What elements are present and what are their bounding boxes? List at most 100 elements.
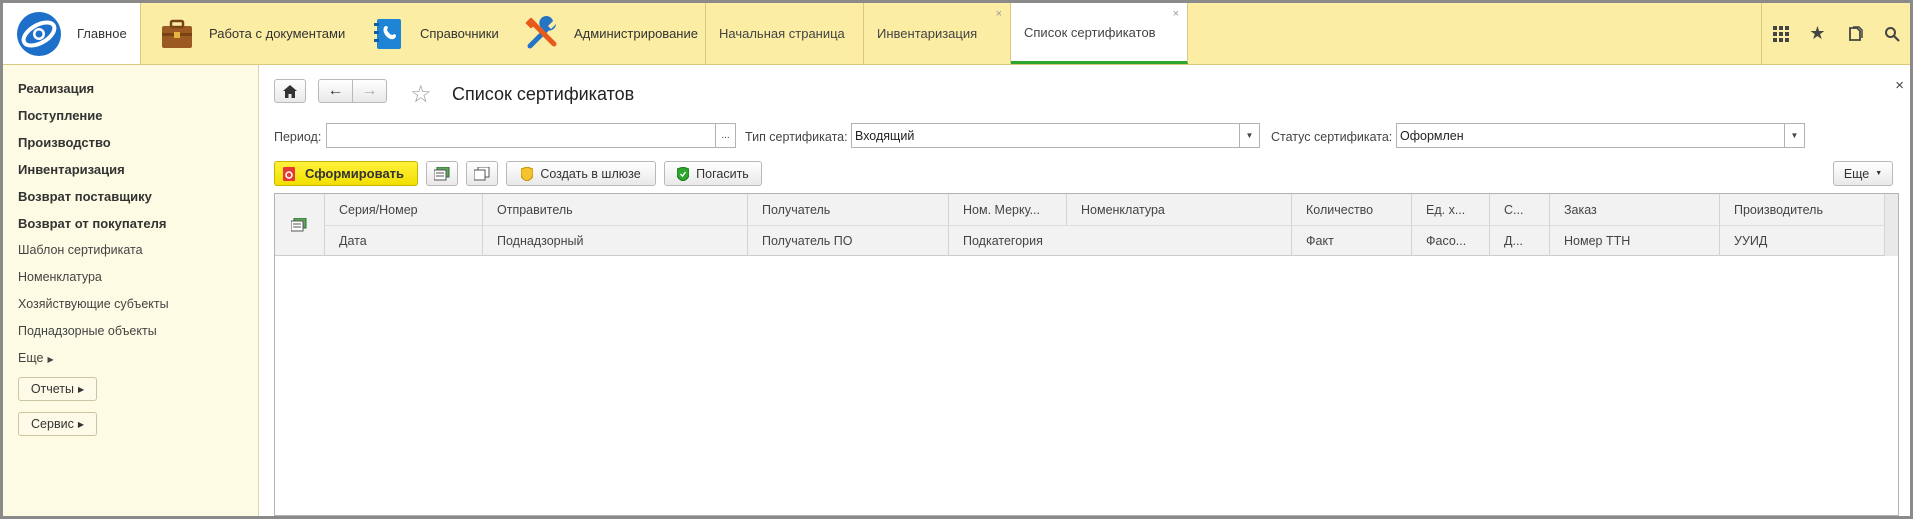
header-quantity[interactable]: Количество xyxy=(1292,194,1412,225)
section-home[interactable]: Главное xyxy=(3,3,141,64)
certificates-table[interactable]: Серия/Номер Отправитель Получатель Ном. … xyxy=(274,193,1899,516)
header-supervised[interactable]: Поднадзорный xyxy=(483,225,748,256)
header-icon-cell[interactable] xyxy=(275,194,325,256)
header-recipient[interactable]: Получатель xyxy=(748,194,949,225)
header-manufacturer[interactable]: Производитель xyxy=(1720,194,1885,225)
list-edit-icon xyxy=(291,218,307,232)
more-button[interactable]: Еще ▼ xyxy=(1833,161,1893,186)
certificate-status-select[interactable]: Оформлен ▼ xyxy=(1396,123,1805,148)
shield-yellow-icon xyxy=(521,166,534,181)
list-edit-icon xyxy=(434,166,450,180)
sidebar-item-inventory[interactable]: Инвентаризация xyxy=(18,162,125,177)
search-icon[interactable] xyxy=(1873,3,1910,64)
header-packaging[interactable]: Фасо... xyxy=(1412,225,1490,256)
page-title: Список сертификатов xyxy=(452,84,635,104)
section-documents[interactable]: Работа с документами xyxy=(159,3,345,64)
favorites-star-icon[interactable]: ★ xyxy=(1799,3,1836,64)
table-body[interactable] xyxy=(275,256,1898,515)
home-button[interactable] xyxy=(274,79,306,103)
header-recipient-po[interactable]: Получатель ПО xyxy=(748,225,949,256)
header-unit[interactable]: Ед. х... xyxy=(1412,194,1490,225)
redeem-button-label: Погасить xyxy=(696,166,749,181)
certificate-type-select[interactable]: Входящий ▼ xyxy=(851,123,1260,148)
header-fact[interactable]: Факт xyxy=(1292,225,1412,256)
app-window: Главное Работа с документами Справочники xyxy=(3,3,1910,516)
sidebar-item-production[interactable]: Производство xyxy=(18,135,111,150)
main-content: ← → ☆ Список сертификатов × Период: ... … xyxy=(260,65,1910,516)
period-label: Период: xyxy=(274,130,322,144)
section-directories[interactable]: Справочники xyxy=(370,3,499,64)
sidebar-item-receipts[interactable]: Поступление xyxy=(18,108,103,123)
tools-icon xyxy=(525,15,557,48)
sidebar-item-supervised-objects[interactable]: Поднадзорные объекты xyxy=(18,324,157,338)
create-in-gateway-button[interactable]: Создать в шлюзе xyxy=(506,161,656,186)
briefcase-icon xyxy=(162,19,192,48)
apps-grid-icon[interactable] xyxy=(1762,3,1799,64)
section-documents-label: Работа с документами xyxy=(209,26,346,41)
sidebar-item-certificate-template[interactable]: Шаблон сертификата xyxy=(18,243,143,257)
header-subcategory[interactable]: Подкатегория xyxy=(949,225,1292,256)
tab-inventory-label: Инвентаризация xyxy=(877,26,978,41)
header-sender[interactable]: Отправитель xyxy=(483,194,748,225)
period-field[interactable]: ... xyxy=(326,123,736,148)
edit-list-button[interactable] xyxy=(426,161,458,186)
sidebar-item-business-entities[interactable]: Хозяйствующие субъекты xyxy=(18,297,169,311)
tab-inventory-close-icon[interactable]: × xyxy=(996,8,1002,20)
sidebar-item-more[interactable]: Еще ▶ xyxy=(18,351,54,365)
generate-button[interactable]: Сформировать xyxy=(274,161,418,186)
arrow-right-icon: → xyxy=(361,82,378,99)
tab-home-page[interactable]: Начальная страница xyxy=(706,3,864,64)
copy-button[interactable] xyxy=(466,161,498,186)
sidebar: Реализация Поступление Производство Инве… xyxy=(3,65,259,516)
certificate-type-value: Входящий xyxy=(855,128,915,143)
tab-certificate-list-close-icon[interactable]: × xyxy=(1173,8,1179,20)
certificate-type-label: Тип сертификата: xyxy=(745,130,848,144)
chevron-right-icon: ▶ xyxy=(47,355,54,364)
sidebar-item-nomenclature[interactable]: Номенклатура xyxy=(18,270,102,284)
tab-inventory[interactable]: Инвентаризация × xyxy=(864,3,1011,64)
chevron-right-icon: ▶ xyxy=(77,419,84,429)
tab-home-page-label: Начальная страница xyxy=(719,26,845,41)
section-home-label: Главное xyxy=(77,26,127,41)
app-logo-icon xyxy=(17,11,61,56)
section-administration-label: Администрирование xyxy=(574,26,698,41)
redeem-button[interactable]: Погасить xyxy=(664,161,762,186)
section-directories-label: Справочники xyxy=(420,26,499,41)
section-administration[interactable]: Администрирование xyxy=(524,3,698,64)
copy-icon xyxy=(474,166,490,180)
service-button[interactable]: Сервис ▶ xyxy=(18,412,97,436)
chevron-down-icon: ▼ xyxy=(1875,170,1883,177)
chevron-down-icon[interactable]: ▼ xyxy=(1239,124,1259,147)
header-ttn-number[interactable]: Номер ТТН xyxy=(1550,225,1720,256)
header-nomenclature[interactable]: Номенклатура xyxy=(1067,194,1292,225)
forward-button[interactable]: → xyxy=(352,79,387,103)
arrow-left-icon: ← xyxy=(327,82,344,99)
header-mercury-number[interactable]: Ном. Мерку... xyxy=(949,194,1067,225)
header-d[interactable]: Д... xyxy=(1490,225,1550,256)
sidebar-item-sales[interactable]: Реализация xyxy=(18,81,94,96)
certificate-status-label: Статус сертификата: xyxy=(1271,130,1393,144)
generate-icon xyxy=(283,166,295,181)
period-select-button[interactable]: ... xyxy=(715,124,735,147)
sidebar-item-return-from-buyer[interactable]: Возврат от покупателя xyxy=(18,216,166,231)
chevron-right-icon: ▶ xyxy=(78,384,85,394)
phonebook-icon xyxy=(374,18,401,49)
table-scrollbar[interactable] xyxy=(1885,194,1898,256)
chevron-down-icon[interactable]: ▼ xyxy=(1784,124,1804,147)
header-s[interactable]: С... xyxy=(1490,194,1550,225)
shield-green-icon xyxy=(677,166,690,181)
tab-certificate-list-label: Список сертификатов xyxy=(1024,24,1156,40)
reports-button[interactable]: Отчеты ▶ xyxy=(18,377,97,401)
header-series-number[interactable]: Серия/Номер xyxy=(325,194,483,225)
header-date[interactable]: Дата xyxy=(325,225,483,256)
close-form-icon[interactable]: × xyxy=(1895,77,1904,94)
tab-certificate-list[interactable]: Список сертификатов × xyxy=(1011,3,1188,64)
back-button[interactable]: ← xyxy=(318,79,353,103)
sidebar-item-return-to-supplier[interactable]: Возврат поставщику xyxy=(18,189,152,204)
header-order[interactable]: Заказ xyxy=(1550,194,1720,225)
favorite-star-icon[interactable]: ☆ xyxy=(410,80,432,109)
generate-button-label: Сформировать xyxy=(305,166,405,181)
certificate-status-value: Оформлен xyxy=(1400,128,1464,143)
header-uuid[interactable]: УУИД xyxy=(1720,225,1885,256)
history-icon[interactable] xyxy=(1836,3,1873,64)
